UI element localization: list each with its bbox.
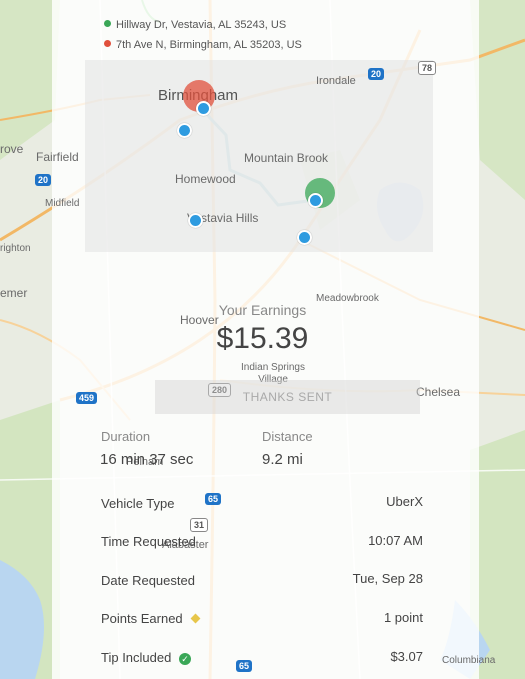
distance-label: Distance xyxy=(262,429,313,444)
vehicle-type-label: Vehicle Type xyxy=(101,496,175,511)
route-waypoint-icon[interactable] xyxy=(188,213,203,228)
duration-value: 16 min 37 sec xyxy=(100,451,194,468)
date-requested-value: Tue, Sep 28 xyxy=(352,571,423,586)
tip-included-label: Tip Included ✓ xyxy=(101,650,191,665)
interstate-65-south-shield-icon: 65 xyxy=(236,660,253,672)
interstate-20-shield-icon: 20 xyxy=(35,174,52,186)
dropoff-address-text: 7th Ave N, Birmingham, AL 35203, US xyxy=(116,39,302,51)
city-label-bessemer: emer xyxy=(0,286,28,300)
points-earned-value: 1 point xyxy=(383,610,423,625)
earnings-amount: $15.39 xyxy=(216,322,309,355)
route-waypoint-icon[interactable] xyxy=(196,101,211,116)
distance-value: 9.2 mi xyxy=(262,451,303,468)
check-circle-icon: ✓ xyxy=(178,653,191,665)
interstate-459-shield-icon: 459 xyxy=(76,392,98,404)
thanks-sent-label: THANKS SENT xyxy=(242,390,333,404)
route-waypoint-icon[interactable] xyxy=(308,193,323,208)
city-label-chelsea: Chelsea xyxy=(416,385,461,399)
dropoff-dot-icon xyxy=(104,40,111,47)
city-label-columbiana: Columbiana xyxy=(442,655,496,666)
dropoff-address: 7th Ave N, Birmingham, AL 35203, US xyxy=(104,39,302,51)
city-label-irondale: Irondale xyxy=(316,75,356,87)
city-label-brighton: righton xyxy=(0,243,31,254)
vehicle-type-value: UberX xyxy=(386,494,423,509)
city-label-mountain-brook: Mountain Brook xyxy=(244,151,329,165)
route-waypoint-icon[interactable] xyxy=(297,230,312,245)
pickup-dot-icon xyxy=(104,20,111,27)
time-requested-value: 10:07 AM xyxy=(368,533,423,548)
tip-included-text: Tip Included xyxy=(101,650,172,665)
city-label-grove: rove xyxy=(0,142,24,156)
city-label-homewood: Homewood xyxy=(175,172,236,186)
points-earned-text: Points Earned xyxy=(101,611,183,626)
diamond-icon xyxy=(190,613,201,624)
date-requested-label: Date Requested xyxy=(101,573,195,588)
interstate-20-east-shield-icon: 20 xyxy=(368,68,385,80)
time-requested-label: Time Requested xyxy=(101,534,196,549)
us-31-shield-icon: 31 xyxy=(190,518,209,532)
duration-label: Duration xyxy=(101,429,151,444)
tip-included-value: $3.07 xyxy=(390,649,423,664)
interstate-65-shield-icon: 65 xyxy=(205,493,222,505)
pickup-address-text: Hillway Dr, Vestavia, AL 35243, US xyxy=(116,19,287,31)
thanks-sent-button[interactable]: THANKS SENT xyxy=(155,380,420,414)
city-label-fairfield: Fairfield xyxy=(36,150,79,164)
city-label-midfield: Midfield xyxy=(45,198,80,209)
pickup-address: Hillway Dr, Vestavia, AL 35243, US xyxy=(104,19,286,31)
route-waypoint-icon[interactable] xyxy=(177,123,192,138)
route-78-shield-icon: 78 xyxy=(418,61,437,75)
points-earned-label: Points Earned xyxy=(101,611,201,626)
earnings-title: Your Earnings xyxy=(218,302,307,318)
